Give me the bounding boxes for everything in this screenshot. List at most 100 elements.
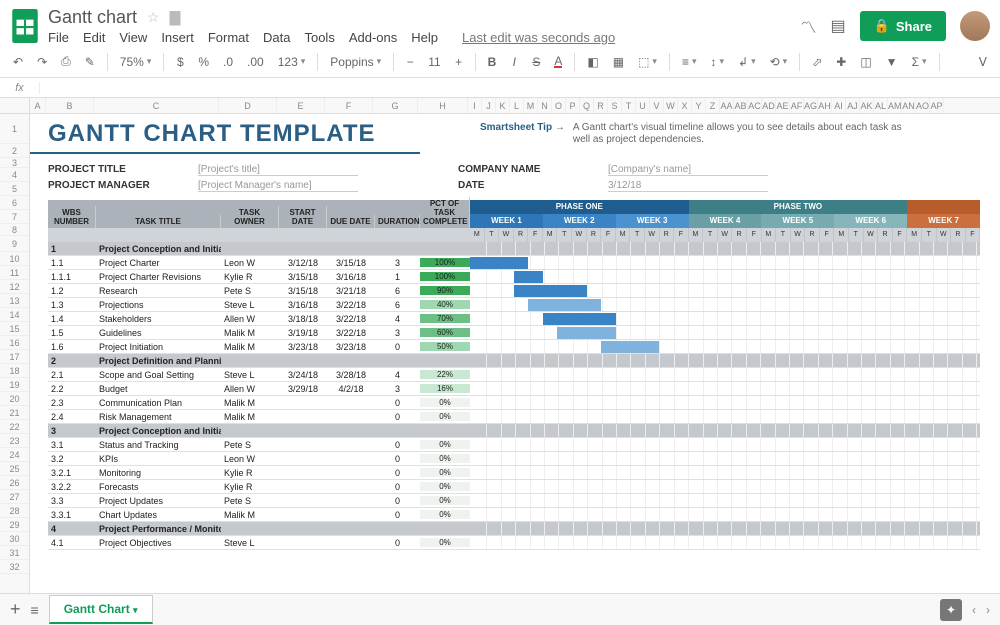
menu-add-ons[interactable]: Add-ons [349,30,397,45]
col-header[interactable]: T [622,98,636,113]
filter-button[interactable]: ▼ [881,51,903,73]
percent-button[interactable]: % [193,51,214,73]
redo-button[interactable]: ↷ [32,51,52,73]
project-manager-value[interactable]: [Project Manager's name] [198,180,358,192]
col-header[interactable]: AN [902,98,916,113]
col-header[interactable]: C [94,98,219,113]
scroll-left-button[interactable]: ‹ [972,603,976,617]
last-edit-link[interactable]: Last edit was seconds ago [462,30,615,45]
add-sheet-button[interactable]: + [10,599,21,620]
col-header[interactable]: AD [762,98,776,113]
date-value[interactable]: 3/12/18 [608,180,768,192]
col-header[interactable]: L [510,98,524,113]
smartsheet-tip-link[interactable]: Smartsheet Tip → [480,122,565,133]
table-row[interactable]: 3Project Conception and Initiation [48,424,980,438]
valign-button[interactable]: ↕ [705,51,729,73]
col-header[interactable]: F [325,98,373,113]
project-title-value[interactable]: [Project's title] [198,164,358,176]
bold-button[interactable]: B [483,51,502,73]
currency-button[interactable]: $ [171,51,189,73]
share-button[interactable]: 🔒 Share [860,11,946,41]
comments-icon[interactable]: ▤ [831,16,846,36]
formula-bar[interactable]: fx [0,78,1000,98]
menu-data[interactable]: Data [263,30,290,45]
menu-file[interactable]: File [48,30,69,45]
font-size-decrease[interactable]: − [401,51,419,73]
col-header[interactable]: AO [916,98,930,113]
rotate-button[interactable]: ⟲ [765,51,793,73]
table-row[interactable]: 1.5GuidelinesMalik M3/19/183/22/18360% [48,326,980,340]
column-headers[interactable]: ABCDEFGHIJKLMNOPQRSTUVWXYZAAABACADAEAFAG… [0,98,1000,114]
table-row[interactable]: 1Project Conception and Initiation [48,242,980,256]
col-header[interactable]: K [496,98,510,113]
col-header[interactable]: AG [804,98,818,113]
col-header[interactable]: G [373,98,418,113]
halign-button[interactable]: ≡ [677,51,702,73]
strike-button[interactable]: S [527,51,545,73]
col-header[interactable]: J [482,98,496,113]
col-header[interactable]: U [636,98,650,113]
sheet-tab[interactable]: Gantt Chart ▾ [49,595,153,624]
scroll-right-button[interactable]: › [986,603,990,617]
col-header[interactable]: AL [874,98,888,113]
table-row[interactable]: 1.6Project InitiationMalik M3/23/183/23/… [48,340,980,354]
number-format-button[interactable]: 123 [273,51,311,73]
table-row[interactable]: 1.2ResearchPete S3/15/183/21/18690% [48,284,980,298]
undo-button[interactable]: ↶ [8,51,28,73]
paint-format-button[interactable]: ✎ [80,51,100,73]
menu-view[interactable]: View [119,30,147,45]
table-row[interactable]: 2.1Scope and Goal SettingSteve L3/24/183… [48,368,980,382]
table-row[interactable]: 1.3ProjectionsSteve L3/16/183/22/18640% [48,298,980,312]
col-header[interactable]: B [46,98,94,113]
col-header[interactable]: Y [692,98,706,113]
comment-button[interactable]: ✚ [831,51,851,73]
menu-format[interactable]: Format [208,30,249,45]
col-header[interactable]: P [566,98,580,113]
font-size-increase[interactable]: + [450,51,468,73]
star-icon[interactable]: ☆ [147,9,160,26]
col-header[interactable]: X [678,98,692,113]
table-row[interactable]: 1.1.1Project Charter RevisionsKylie R3/1… [48,270,980,284]
col-header[interactable]: AA [720,98,734,113]
all-sheets-button[interactable]: ≡ [31,602,39,618]
table-row[interactable]: 3.2.2ForecastsKylie R00% [48,480,980,494]
col-header[interactable]: M [524,98,538,113]
col-header[interactable]: H [418,98,468,113]
col-header[interactable]: AM [888,98,902,113]
col-header[interactable]: R [594,98,608,113]
col-header[interactable]: AB [734,98,748,113]
col-header[interactable]: AJ [846,98,860,113]
table-row[interactable]: 3.2KPIsLeon W00% [48,452,980,466]
menu-tools[interactable]: Tools [304,30,334,45]
table-row[interactable]: 1.1Project CharterLeon W3/12/183/15/1831… [48,256,980,270]
col-header[interactable]: Z [706,98,720,113]
col-header[interactable]: O [552,98,566,113]
col-header[interactable]: E [277,98,325,113]
table-row[interactable]: 2.4Risk ManagementMalik M00% [48,410,980,424]
table-row[interactable]: 2Project Definition and Planning [48,354,980,368]
font-size-input[interactable]: 11 [423,51,445,73]
table-row[interactable]: 3.1Status and TrackingPete S00% [48,438,980,452]
table-row[interactable]: 3.2.1MonitoringKylie R00% [48,466,980,480]
menu-help[interactable]: Help [411,30,438,45]
sheets-logo-icon[interactable] [10,6,40,46]
table-row[interactable]: 4Project Performance / Monitoring [48,522,980,536]
italic-button[interactable]: I [505,51,523,73]
company-value[interactable]: [Company's name] [608,164,768,176]
text-color-button[interactable]: A [549,52,567,72]
menu-edit[interactable]: Edit [83,30,105,45]
move-folder-icon[interactable]: ▇ [170,9,181,26]
trend-icon[interactable]: 〽 [801,14,817,38]
increase-decimal-button[interactable]: .00 [242,51,269,73]
col-header[interactable]: AP [930,98,944,113]
link-button[interactable]: ⬀ [807,51,827,73]
col-header[interactable]: AC [748,98,762,113]
col-header[interactable]: AI [832,98,846,113]
explore-button[interactable]: ✦ [940,599,962,621]
col-header[interactable]: D [219,98,277,113]
table-row[interactable]: 4.1Project ObjectivesSteve L00% [48,536,980,550]
col-header[interactable]: AE [776,98,790,113]
col-header[interactable]: AF [790,98,804,113]
col-header[interactable]: V [650,98,664,113]
table-row[interactable]: 1.4StakeholdersAllen W3/18/183/22/18470% [48,312,980,326]
